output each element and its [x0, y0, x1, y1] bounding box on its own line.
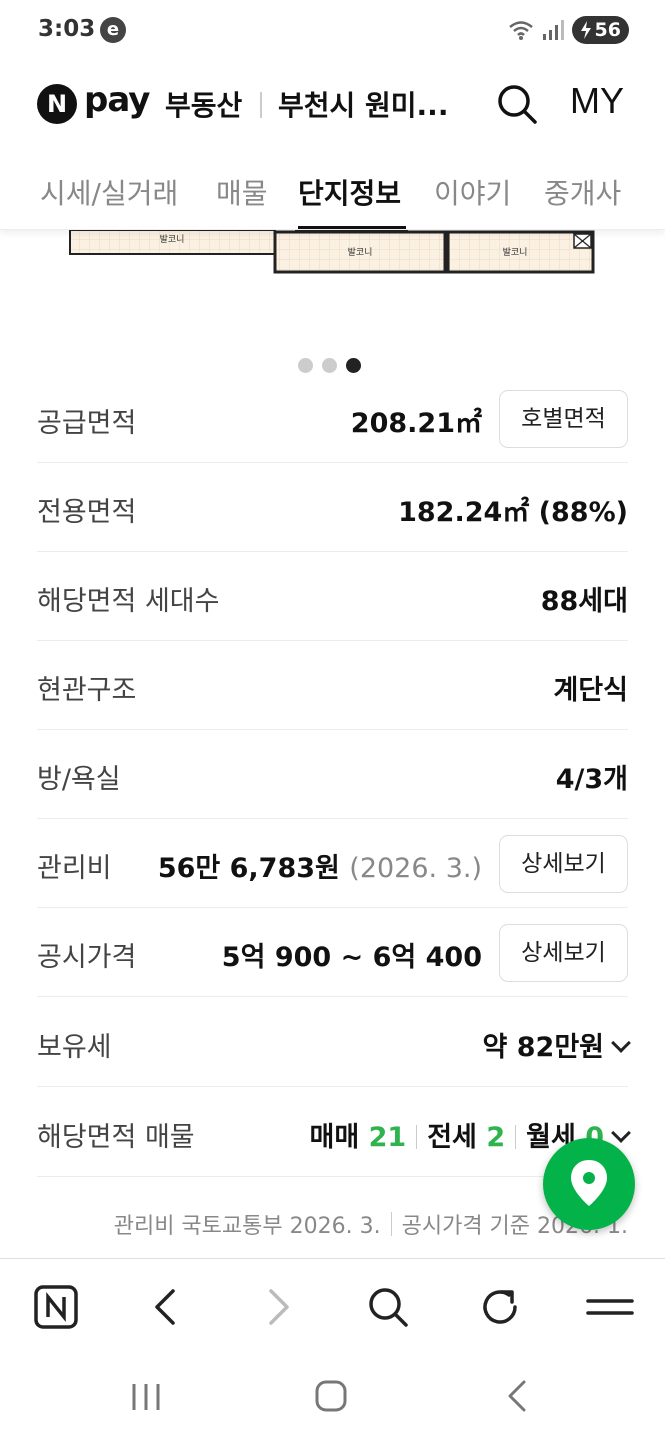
households-row: 해당면적 세대수 88세대 — [37, 552, 628, 641]
search-icon[interactable] — [364, 1283, 412, 1331]
status-icons: 56 — [508, 16, 629, 44]
source-note-maintenance: 관리비 국토교통부 2026. 3. — [113, 1214, 381, 1239]
tab-agents[interactable]: 중개사 — [544, 172, 621, 212]
divider — [515, 1125, 517, 1149]
sale-count: 21 — [368, 1122, 407, 1153]
back-icon[interactable] — [142, 1283, 190, 1331]
back-icon[interactable] — [502, 1378, 532, 1414]
search-icon[interactable] — [495, 82, 539, 126]
entrance-value: 계단식 — [553, 675, 628, 706]
browser-toolbar — [0, 1258, 665, 1354]
tab-stories[interactable]: 이야기 — [434, 172, 511, 212]
map-pin-icon — [571, 1160, 607, 1206]
android-nav-bar — [0, 1354, 665, 1440]
home-icon[interactable] — [313, 1378, 349, 1414]
carousel-dot[interactable] — [322, 358, 337, 373]
maintenance-value-group: 56만 6,783원 (2026. 3.) — [158, 846, 482, 885]
divider — [416, 1125, 418, 1149]
floorplan-drawing: 발코니 발코니 발코니 — [69, 228, 595, 274]
unit-area-button[interactable]: 호별면적 — [499, 390, 628, 448]
balcony-label-2: 발코니 — [348, 247, 373, 258]
exclusive-area-value: 182.24㎡ (88%) — [398, 497, 628, 528]
tax-row[interactable]: 보유세 약 82만원 — [37, 998, 631, 1087]
forward-icon[interactable] — [254, 1283, 302, 1331]
supply-area-value: 208.21㎡ — [350, 408, 482, 439]
my-button[interactable]: MY — [570, 80, 624, 122]
maintenance-detail-button[interactable]: 상세보기 — [499, 835, 628, 893]
listings-row[interactable]: 해당면적 매물 매매 21전세 2월세 0 — [37, 1088, 631, 1177]
listings-label: 해당면적 매물 — [37, 1122, 195, 1153]
rooms-label: 방/욕실 — [37, 764, 121, 795]
tax-value-group[interactable]: 약 82만원 — [482, 1025, 631, 1064]
region-title[interactable]: 부천시 원미... — [278, 84, 448, 124]
supply-area-label: 공급면적 — [37, 408, 137, 439]
refresh-icon[interactable] — [476, 1283, 524, 1331]
maintenance-date: (2026. 3.) — [349, 853, 482, 884]
app-header: N pay 부동산 부천시 원미... MY — [0, 62, 665, 150]
service-name[interactable]: 부동산 — [165, 84, 242, 124]
tab-listings[interactable]: 매물 — [216, 172, 268, 212]
status-bar: 3:03 e 56 — [0, 0, 665, 62]
charging-icon — [580, 21, 591, 39]
status-time: 3:03 — [38, 16, 96, 42]
carousel-dot-active[interactable] — [346, 358, 361, 373]
tax-label: 보유세 — [37, 1032, 112, 1063]
official-price-value: 5억 900 ~ 6억 400 — [221, 942, 482, 973]
wifi-icon — [508, 21, 533, 40]
entrance-row: 현관구조 계단식 — [37, 641, 628, 730]
rooms-row: 방/욕실 4/3개 — [37, 730, 628, 819]
rooms-value: 4/3개 — [555, 764, 628, 795]
households-label: 해당면적 세대수 — [37, 586, 220, 617]
carrier-e-icon: e — [100, 17, 126, 43]
households-value: 88세대 — [540, 586, 628, 617]
jeonse-count: 2 — [486, 1122, 506, 1153]
recents-icon[interactable] — [128, 1380, 164, 1414]
map-pin-button[interactable] — [543, 1138, 635, 1230]
sale-label: 매매 — [309, 1122, 360, 1153]
chevron-down-icon — [611, 1033, 631, 1053]
official-price-label: 공시가격 — [37, 942, 137, 973]
carousel-dot[interactable] — [298, 358, 313, 373]
maintenance-label: 관리비 — [37, 853, 112, 884]
supply-area-row: 공급면적 208.21㎡ 호별면적 — [37, 374, 628, 463]
maintenance-value: 56만 6,783원 — [157, 853, 340, 884]
divider — [390, 1212, 392, 1236]
active-tab-indicator — [298, 226, 406, 229]
floorplan-image[interactable]: 발코니 발코니 발코니 — [0, 228, 665, 340]
official-price-row: 공시가격 5억 900 ~ 6억 400 상세보기 — [37, 908, 628, 997]
exclusive-area-row: 전용면적 182.24㎡ (88%) — [37, 463, 628, 552]
official-price-detail-button[interactable]: 상세보기 — [499, 924, 628, 982]
battery-indicator: 56 — [571, 16, 629, 44]
header-divider — [260, 92, 262, 118]
tab-price[interactable]: 시세/실거래 — [40, 172, 178, 212]
tab-bar: 시세/실거래 매물 단지정보 이야기 중개사 — [0, 150, 665, 230]
menu-icon[interactable] — [586, 1283, 634, 1331]
exclusive-area-label: 전용면적 — [37, 497, 137, 528]
naver-home-icon[interactable] — [32, 1283, 80, 1331]
signal-icon — [542, 20, 564, 40]
jeonse-label: 전세 — [427, 1122, 477, 1153]
balcony-label-1: 발코니 — [160, 234, 185, 245]
tax-value: 약 82만원 — [482, 1032, 605, 1063]
balcony-label-3: 발코니 — [503, 247, 528, 258]
tab-complex-info[interactable]: 단지정보 — [298, 172, 401, 212]
carousel-indicator — [298, 358, 361, 373]
battery-level: 56 — [594, 19, 621, 41]
maintenance-row: 관리비 56만 6,783원 (2026. 3.) 상세보기 — [37, 819, 628, 908]
naver-logo[interactable]: N — [37, 84, 77, 124]
entrance-label: 현관구조 — [37, 675, 137, 706]
pay-logo-text[interactable]: pay — [84, 80, 150, 120]
